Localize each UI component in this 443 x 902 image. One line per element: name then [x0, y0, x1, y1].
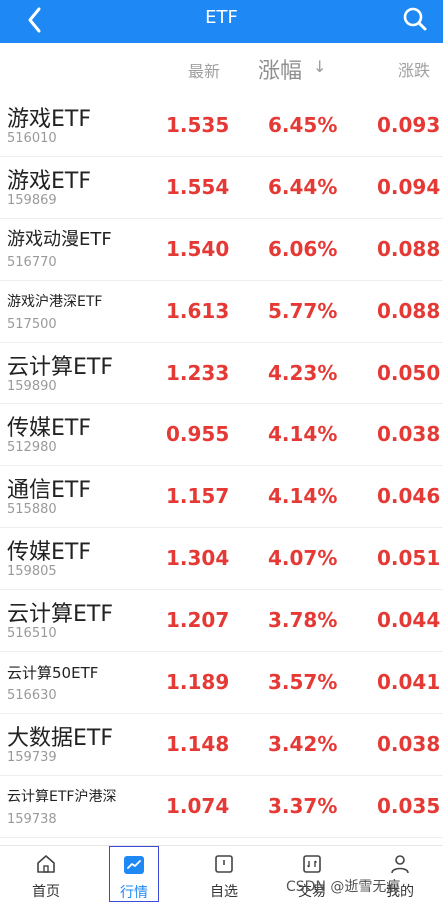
trade-icon: [303, 855, 321, 873]
etf-code: 159739: [7, 749, 57, 765]
change-percent: 6.44%: [268, 174, 338, 199]
sort-desc-icon[interactable]: ↓: [313, 57, 326, 76]
change-amount: 0.093: [377, 113, 441, 137]
etf-code: 516770: [7, 254, 57, 270]
etf-name: 传媒ETF: [7, 416, 91, 442]
tab-label: 自选: [210, 884, 238, 900]
change-amount: 0.088: [377, 298, 441, 323]
change-amount: 0.038: [377, 422, 441, 447]
latest-price: 1.148: [166, 731, 230, 756]
tab-label: 行情: [120, 885, 148, 901]
change-amount: 0.046: [377, 484, 441, 509]
change-amount-header[interactable]: 涨跌: [398, 57, 443, 81]
change-percent: 6.45%: [268, 113, 338, 137]
list-item[interactable]: 大数据ETF 159739 1.148 3.42% 0.038: [0, 713, 443, 776]
etf-name: 游戏沪港深ETF: [7, 293, 103, 310]
latest-price: 1.233: [166, 360, 230, 385]
etf-code: 512980: [7, 440, 57, 456]
tab-label: 首页: [32, 884, 60, 900]
latest-price: 1.554: [166, 174, 230, 199]
top-bar: ETF: [0, 0, 443, 43]
home-icon: [37, 855, 55, 873]
etf-code: 515880: [7, 502, 57, 518]
etf-name: 云计算ETF沪港深: [7, 788, 117, 805]
latest-price: 0.955: [166, 422, 230, 447]
latest-price: 1.189: [166, 670, 230, 695]
list-item[interactable]: 游戏ETF 159869 1.554 6.44% 0.094: [0, 156, 443, 219]
change-percent: 6.06%: [268, 236, 338, 261]
list-item[interactable]: 云计算ETF沪港深 159738 1.074 3.37% 0.035: [0, 775, 443, 838]
change-percent: 4.14%: [268, 484, 338, 509]
change-amount: 0.041: [377, 670, 441, 695]
change-amount: 0.088: [377, 236, 441, 261]
list-item[interactable]: 云50ETF: [0, 837, 443, 845]
latest-price: 1.207: [166, 608, 230, 633]
column-header: 最新 涨幅 ↓ 涨跌: [0, 43, 443, 96]
watchlist-icon: [215, 855, 233, 873]
etf-name: 大数据ETF: [7, 725, 113, 751]
tab-watchlist[interactable]: 自选: [194, 846, 254, 902]
list-item[interactable]: 云计算ETF 516510 1.207 3.78% 0.044: [0, 590, 443, 653]
change-percent: 4.23%: [268, 360, 338, 385]
tab-home[interactable]: 首页: [16, 846, 76, 902]
etf-name: 游戏ETF: [7, 107, 91, 132]
change-percent: 5.77%: [268, 298, 338, 323]
watermark: CSDN @逝雪无痕: [286, 879, 401, 895]
list-item[interactable]: 通信ETF 515880 1.157 4.14% 0.046: [0, 466, 443, 529]
latest-price: 1.540: [166, 236, 230, 261]
list-item[interactable]: 云计算50ETF 516630 1.189 3.57% 0.041: [0, 652, 443, 714]
etf-code: 516510: [7, 626, 57, 642]
change-percent: 4.07%: [268, 546, 338, 571]
etf-code: 159738: [7, 811, 57, 827]
etf-name: 云计算ETF: [7, 354, 113, 380]
list-item[interactable]: 传媒ETF 159805 1.304 4.07% 0.051: [0, 528, 443, 591]
etf-code: 517500: [7, 316, 57, 332]
list-item[interactable]: 云计算ETF 159890 1.233 4.23% 0.050: [0, 342, 443, 405]
etf-code: 159890: [7, 378, 57, 394]
etf-name: 游戏ETF: [7, 168, 91, 194]
change-percent: 3.42%: [268, 731, 338, 756]
latest-price-header[interactable]: 最新: [188, 58, 220, 82]
change-amount: 0.094: [377, 174, 441, 199]
etf-code: 159805: [7, 564, 57, 580]
list-item[interactable]: 传媒ETF 512980 0.955 4.14% 0.038: [0, 404, 443, 467]
change-percent: 3.78%: [268, 608, 338, 633]
change-amount: 0.050: [377, 360, 441, 385]
latest-price: 1.074: [166, 793, 230, 818]
change-amount: 0.038: [377, 731, 441, 756]
change-amount: 0.035: [377, 793, 441, 818]
latest-price: 1.613: [166, 298, 230, 323]
list-item[interactable]: 游戏沪港深ETF 517500 1.613 5.77% 0.088: [0, 280, 443, 343]
etf-name: 游戏动漫ETF: [7, 228, 112, 250]
list-item[interactable]: 游戏动漫ETF 516770 1.540 6.06% 0.088: [0, 218, 443, 281]
etf-list: 游戏ETF 516010 1.535 6.45% 0.093 游戏ETF 159…: [0, 95, 443, 845]
etf-code: 516630: [7, 688, 57, 704]
change-amount: 0.044: [377, 608, 441, 633]
etf-code: 159869: [7, 192, 57, 208]
search-icon[interactable]: [399, 3, 431, 35]
latest-price: 1.535: [166, 113, 230, 137]
etf-name: 云计算ETF: [7, 602, 113, 628]
change-percent-header[interactable]: 涨幅: [258, 53, 302, 85]
change-percent: 3.57%: [268, 670, 338, 695]
page-title: ETF: [205, 7, 238, 28]
user-icon: [391, 855, 409, 874]
etf-code: 516010: [7, 131, 57, 146]
tab-market[interactable]: 行情: [109, 846, 159, 902]
change-percent: 4.14%: [268, 422, 338, 447]
etf-name: 通信ETF: [7, 478, 91, 504]
chart-icon: [124, 856, 144, 874]
latest-price: 1.304: [166, 546, 230, 571]
change-amount: 0.051: [377, 546, 441, 571]
change-percent: 3.37%: [268, 793, 338, 818]
list-item[interactable]: 游戏ETF 516010 1.535 6.45% 0.093: [0, 95, 443, 157]
etf-name: 传媒ETF: [7, 540, 91, 566]
latest-price: 1.157: [166, 484, 230, 509]
etf-name: 云计算50ETF: [7, 664, 99, 683]
